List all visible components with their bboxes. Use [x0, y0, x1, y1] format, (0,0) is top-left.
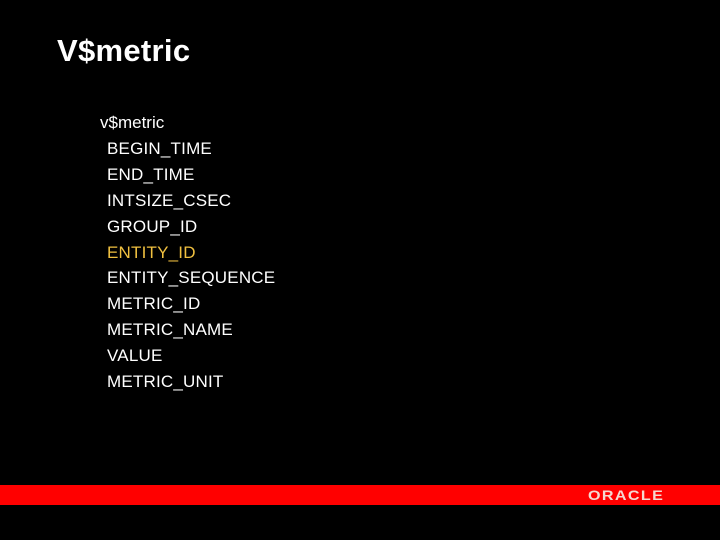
column-list: BEGIN_TIME END_TIME INTSIZE_CSEC GROUP_I… [107, 139, 275, 398]
column-item: METRIC_ID [107, 294, 201, 314]
column-item: METRIC_NAME [107, 320, 233, 340]
column-item: ENTITY_ID [107, 242, 196, 262]
column-item: END_TIME [107, 164, 195, 184]
column-item: VALUE [107, 346, 163, 366]
column-item: METRIC_UNIT [107, 372, 224, 392]
column-item: ENTITY_SEQUENCE [107, 268, 276, 288]
column-item: INTSIZE_CSEC [107, 190, 232, 210]
table-name: v$metric [100, 113, 165, 132]
column-item: BEGIN_TIME [107, 139, 212, 158]
oracle-logo: ORACLE [588, 487, 665, 503]
column-item: GROUP_ID [107, 216, 198, 236]
slide-title: V$metric [57, 33, 191, 68]
